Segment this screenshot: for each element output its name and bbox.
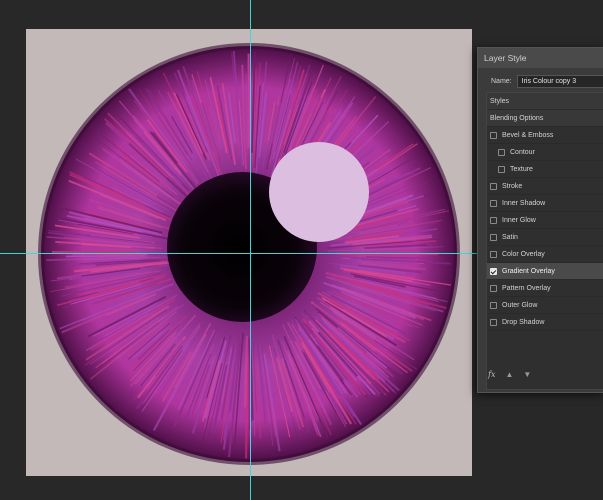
- style-checkbox[interactable]: [490, 216, 497, 224]
- style-checkbox[interactable]: [498, 148, 505, 156]
- styles-list: Styles Blending Options Bevel & Emboss Cont…: [486, 92, 603, 390]
- arrow-down-icon[interactable]: ▼: [523, 370, 531, 379]
- style-item-stroke[interactable]: Stroke: [487, 178, 603, 195]
- name-row: Name: Iris Colour copy 3: [478, 68, 603, 94]
- name-label: Name:: [491, 77, 512, 85]
- style-checkbox[interactable]: [490, 250, 497, 258]
- style-item-outer-glow[interactable]: Outer Glow: [487, 297, 603, 314]
- guide-vertical[interactable]: [250, 0, 251, 500]
- style-checkbox[interactable]: [490, 301, 497, 309]
- style-item-label: Inner Glow: [502, 216, 536, 224]
- style-checkbox[interactable]: [490, 318, 497, 326]
- style-item-label: Color Overlay: [502, 250, 545, 258]
- style-item-drop-shadow[interactable]: Drop Shadow: [487, 314, 603, 331]
- style-item-blending-options[interactable]: Blending Options: [487, 110, 603, 127]
- style-item-label: Inner Shadow: [502, 199, 546, 207]
- style-item-label: Pattern Overlay: [502, 284, 551, 292]
- style-item-inner-glow[interactable]: Inner Glow: [487, 212, 603, 229]
- style-item-label: Texture: [510, 165, 533, 173]
- dialog-footer: fx ▲ ▼: [488, 370, 531, 379]
- style-item-label: Gradient Overlay: [502, 267, 555, 275]
- style-checkbox[interactable]: [490, 284, 497, 292]
- style-item-contour[interactable]: Contour: [487, 144, 603, 161]
- layer-style-dialog: Layer Style Name: Iris Colour copy 3 Sty…: [477, 47, 603, 393]
- style-item-pattern-overlay[interactable]: Pattern Overlay: [487, 280, 603, 297]
- fx-icon[interactable]: fx: [488, 370, 495, 379]
- style-item-label: Blending Options: [490, 114, 544, 122]
- style-item-label: Bevel & Emboss: [502, 131, 554, 139]
- dialog-title[interactable]: Layer Style: [478, 48, 603, 68]
- style-item-bevel-emboss[interactable]: Bevel & Emboss: [487, 127, 603, 144]
- style-checkbox[interactable]: [498, 165, 505, 173]
- workspace: Layer Style Name: Iris Colour copy 3 Sty…: [0, 0, 603, 500]
- style-item-label: Drop Shadow: [502, 318, 545, 326]
- style-checkbox[interactable]: [490, 267, 497, 275]
- style-item-color-overlay[interactable]: Color Overlay: [487, 246, 603, 263]
- style-checkbox[interactable]: [490, 233, 497, 241]
- style-checkbox[interactable]: [490, 131, 497, 139]
- style-item-gradient-overlay[interactable]: Gradient Overlay: [487, 263, 603, 280]
- style-item-label: Stroke: [502, 182, 523, 190]
- style-item-label: Outer Glow: [502, 301, 538, 309]
- style-item-label: Satin: [502, 233, 518, 241]
- style-checkbox[interactable]: [490, 182, 497, 190]
- style-item-inner-shadow[interactable]: Inner Shadow: [487, 195, 603, 212]
- style-item-label: Contour: [510, 148, 535, 156]
- name-field[interactable]: Iris Colour copy 3: [516, 74, 603, 88]
- style-item-styles[interactable]: Styles: [487, 93, 603, 110]
- style-item-texture[interactable]: Texture: [487, 161, 603, 178]
- style-item-label: Styles: [490, 97, 510, 105]
- guide-horizontal[interactable]: [0, 253, 478, 254]
- highlight-reflection: [269, 142, 369, 242]
- style-item-satin[interactable]: Satin: [487, 229, 603, 246]
- arrow-up-icon[interactable]: ▲: [505, 370, 513, 379]
- style-checkbox[interactable]: [490, 199, 497, 207]
